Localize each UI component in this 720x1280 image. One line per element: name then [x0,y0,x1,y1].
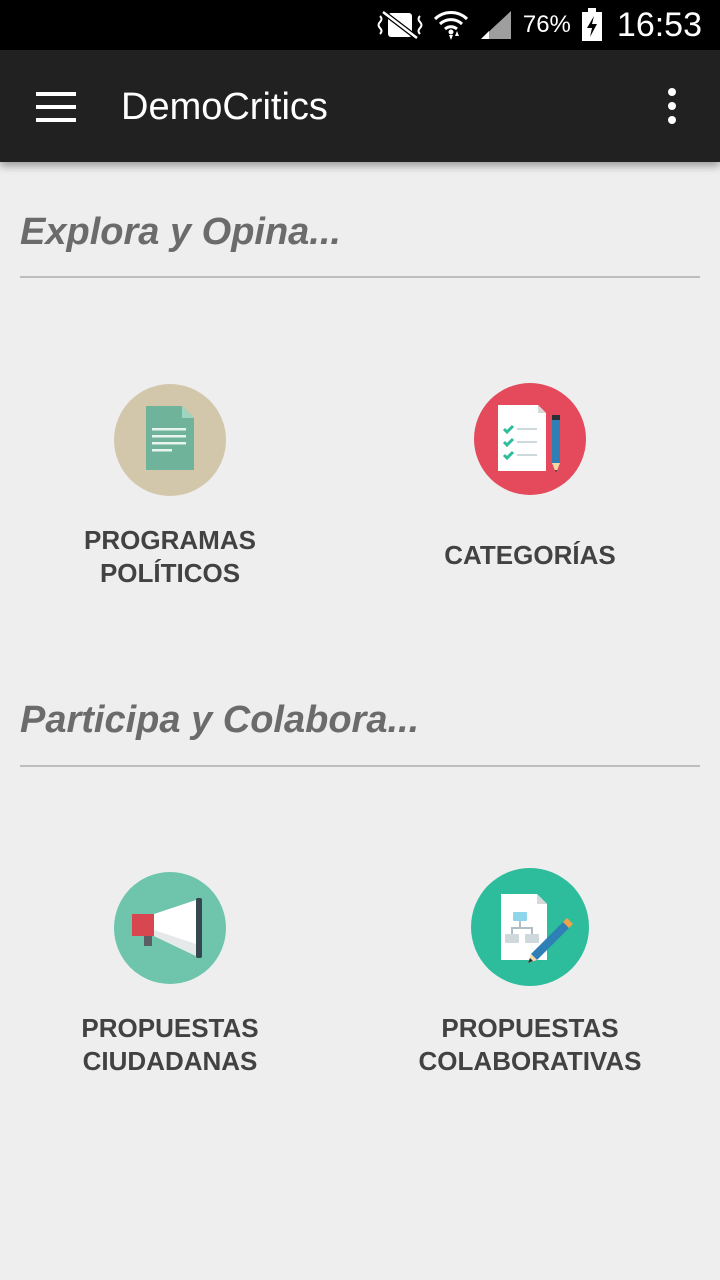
section-title-explora: Explora y Opina... [20,211,341,253]
menu-icon[interactable] [36,92,76,122]
mute-vibrate-icon [377,10,423,40]
clock: 16:53 [616,5,702,44]
app-bar: DemoCritics [0,50,720,162]
tile-label: PROGRAMAS POLÍTICOS [84,525,256,588]
overflow-menu-icon[interactable] [660,88,684,124]
document-icon [114,384,226,496]
battery-percent: 76% [522,11,571,38]
diagram-edit-icon [471,868,589,986]
status-bar: 76% 16:53 [0,0,720,50]
checklist-icon [474,383,586,495]
app-title: DemoCritics [121,86,328,128]
tile-label: PROPUESTAS COLABORATIVAS [418,1013,642,1076]
tile-label: CATEGORÍAS [444,540,616,570]
tile-label: PROPUESTAS CIUDADANAS [81,1013,259,1076]
tile-propuestas-ciudadanas[interactable]: PROPUESTAS CIUDADANAS [5,872,335,1076]
wifi-icon [433,11,468,40]
status-icons: 76% 16:53 [377,0,702,50]
section-divider [20,276,700,278]
section-title-participa: Participa y Colabora... [20,699,420,741]
signal-icon [480,11,511,39]
tile-categorias[interactable]: CATEGORÍAS [365,383,695,570]
tile-programas-politicos[interactable]: PROGRAMAS POLÍTICOS [5,384,335,588]
battery-charging-icon [581,8,602,41]
tile-propuestas-colaborativas[interactable]: PROPUESTAS COLABORATIVAS [365,868,695,1076]
megaphone-icon [114,872,226,984]
section-divider [20,765,700,767]
